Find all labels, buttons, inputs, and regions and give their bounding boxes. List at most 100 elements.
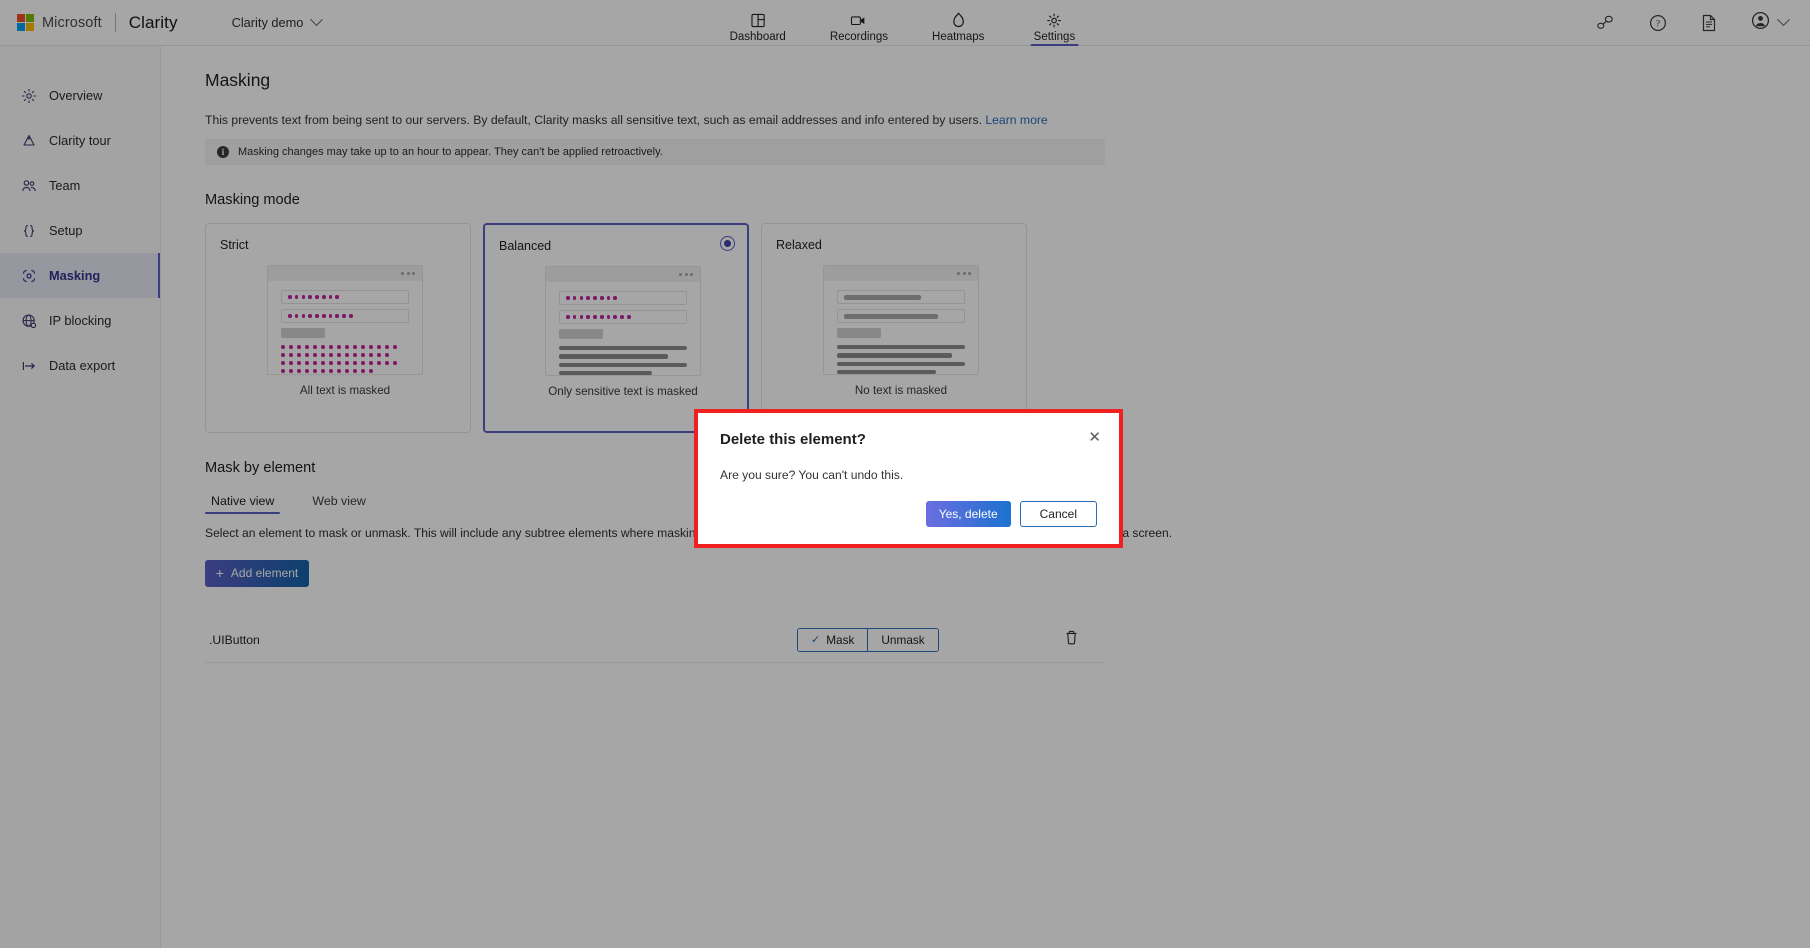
card-caption: All text is masked xyxy=(299,384,391,397)
card-caption: Only sensitive text is masked xyxy=(548,385,698,398)
preview-body xyxy=(268,281,422,373)
preview-strict xyxy=(267,265,423,375)
card-title: Balanced xyxy=(499,239,552,253)
nav-item-recordings[interactable]: Recordings xyxy=(830,12,888,46)
sidebar-item-label: Team xyxy=(49,178,81,193)
masking-mode-card-relaxed[interactable]: Relaxed No text is masked xyxy=(761,223,1027,433)
microsoft-logo-icon xyxy=(17,14,34,31)
add-element-label: Add element xyxy=(230,566,299,581)
sidebar-item-ip-blocking[interactable]: IP blocking xyxy=(0,298,160,343)
dialog-title: Delete this element? xyxy=(720,431,866,448)
delete-element-dialog-highlight: Delete this element? ✕ Are you sure? You… xyxy=(694,409,1123,548)
close-icon[interactable]: ✕ xyxy=(1088,430,1101,445)
cancel-button[interactable]: Cancel xyxy=(1019,501,1097,527)
masking-mode-heading: Masking mode xyxy=(205,192,300,208)
settings-sidebar: Overview Clarity tour Team Setup Masking xyxy=(0,46,161,948)
check-icon: ✓ xyxy=(811,634,821,647)
account-avatar-icon xyxy=(1751,11,1770,35)
visible-paragraph xyxy=(837,345,965,374)
visible-paragraph xyxy=(559,346,687,375)
mask-unmask-toggle: ✓ Mask Unmask xyxy=(797,627,939,652)
preview-titlebar xyxy=(824,266,978,281)
team-icon xyxy=(20,177,37,194)
dialog-body-text: Are you sure? You can't undo this. xyxy=(720,468,904,482)
preview-field xyxy=(559,291,687,305)
mask-label: Mask xyxy=(826,632,855,647)
delete-element-dialog: Delete this element? ✕ Are you sure? You… xyxy=(698,413,1119,544)
svg-text:?: ? xyxy=(1656,19,1660,29)
masked-dots xyxy=(566,315,631,319)
mask-option[interactable]: ✓ Mask xyxy=(798,628,868,651)
info-banner-text: Masking changes may take up to an hour t… xyxy=(238,146,663,158)
info-banner: i Masking changes may take up to an hour… xyxy=(205,139,1105,165)
docs-icon[interactable] xyxy=(1701,14,1717,32)
sidebar-item-label: Masking xyxy=(49,268,101,283)
brand-area: Microsoft Clarity xyxy=(0,13,178,33)
settings-gear-icon xyxy=(1047,12,1062,29)
tab-native-view[interactable]: Native view xyxy=(205,490,281,516)
confirm-delete-button[interactable]: Yes, delete xyxy=(925,501,1011,527)
masking-icon xyxy=(20,267,37,284)
clarity-tour-icon xyxy=(20,132,37,149)
help-icon[interactable]: ? xyxy=(1649,14,1667,32)
masking-mode-cards: Strict All text is masked Balanced Only … xyxy=(205,223,1810,433)
unmask-label: Unmask xyxy=(881,632,925,647)
plus-icon: + xyxy=(215,565,224,582)
nav-item-dashboard[interactable]: Dashboard xyxy=(730,12,786,46)
heatmaps-icon xyxy=(951,12,965,29)
preview-relaxed xyxy=(823,265,979,375)
card-caption: No text is masked xyxy=(854,384,948,397)
masked-dots xyxy=(288,314,353,318)
recordings-icon xyxy=(851,12,867,29)
radio-selected-icon[interactable] xyxy=(720,236,735,251)
masking-mode-card-balanced[interactable]: Balanced Only sensitive text is masked xyxy=(483,223,749,433)
preview-body xyxy=(546,282,700,375)
info-icon: i xyxy=(217,146,229,158)
page-description: This prevents text from being sent to ou… xyxy=(205,113,1810,127)
nav-item-settings[interactable]: Settings xyxy=(1028,12,1080,46)
tab-web-view[interactable]: Web view xyxy=(306,490,371,516)
project-name: Clarity demo xyxy=(231,15,304,30)
unmask-option[interactable]: Unmask xyxy=(867,628,938,651)
card-title: Strict xyxy=(220,238,249,252)
main-nav: Dashboard Recordings Heatmaps Settings xyxy=(730,0,1081,46)
app-root: Microsoft Clarity Clarity demo Dashboard… xyxy=(0,0,1810,948)
nav-item-heatmaps[interactable]: Heatmaps xyxy=(932,12,984,46)
share-feedback-icon[interactable] xyxy=(1596,14,1615,31)
sidebar-item-label: Setup xyxy=(49,223,83,238)
preview-titlebar xyxy=(268,266,422,281)
add-element-button[interactable]: + Add element xyxy=(205,559,309,587)
learn-more-link[interactable]: Learn more xyxy=(985,113,1047,127)
preview-field xyxy=(281,290,409,304)
preview-button-block xyxy=(281,328,325,338)
dialog-actions: Yes, delete Cancel xyxy=(925,501,1097,527)
top-right-actions: ? xyxy=(1596,11,1790,35)
sidebar-item-setup[interactable]: Setup xyxy=(0,208,160,253)
nav-label: Settings xyxy=(1033,30,1076,43)
page-description-text: This prevents text from being sent to ou… xyxy=(205,113,982,127)
trash-icon[interactable] xyxy=(1065,630,1078,650)
masking-mode-card-strict[interactable]: Strict All text is masked xyxy=(205,223,471,433)
brand-divider xyxy=(114,13,116,32)
preview-field xyxy=(837,290,965,304)
masked-dots xyxy=(288,295,340,299)
nav-label: Heatmaps xyxy=(932,30,985,43)
sidebar-item-label: IP blocking xyxy=(49,313,112,328)
preview-titlebar xyxy=(546,267,700,282)
masked-dots xyxy=(566,296,618,300)
microsoft-label: Microsoft xyxy=(42,14,102,31)
masked-paragraph xyxy=(281,345,409,373)
sidebar-item-team[interactable]: Team xyxy=(0,163,160,208)
preview-button-block xyxy=(559,329,603,339)
card-title: Relaxed xyxy=(776,238,822,252)
sidebar-item-clarity-tour[interactable]: Clarity tour xyxy=(0,118,160,163)
account-menu[interactable] xyxy=(1751,11,1790,35)
project-selector[interactable]: Clarity demo xyxy=(226,10,328,35)
preview-field xyxy=(281,309,409,323)
sidebar-item-masking[interactable]: Masking xyxy=(0,253,160,298)
preview-field xyxy=(837,309,965,323)
preview-button-block xyxy=(837,328,881,338)
sidebar-item-overview[interactable]: Overview xyxy=(0,73,160,118)
overview-icon xyxy=(20,87,37,104)
sidebar-item-data-export[interactable]: Data export xyxy=(0,343,160,388)
